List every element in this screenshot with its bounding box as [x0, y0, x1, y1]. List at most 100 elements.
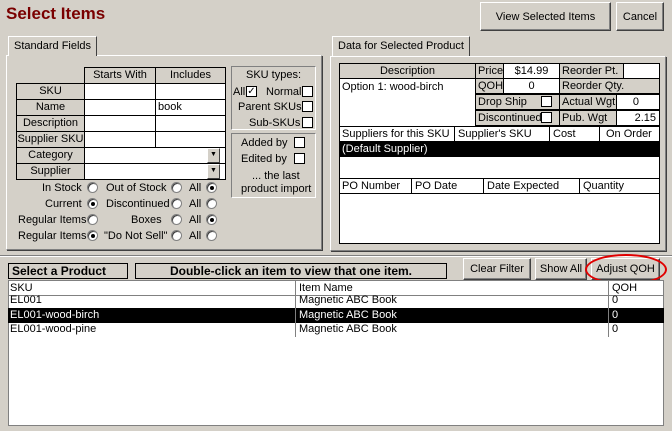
reorder-pt-label: Reorder Pt. [559, 63, 624, 79]
actual-wgt-field[interactable]: 0 [616, 94, 660, 110]
starts-with-header: Starts With [84, 67, 156, 84]
row-qoh: 0 [612, 309, 619, 321]
category-label: Category [16, 147, 85, 164]
po-divider-2 [483, 178, 484, 194]
all-type-label: All [189, 214, 202, 226]
out-of-stock-label: Out of Stock [106, 182, 167, 194]
discontinued-label: Discontinued [106, 198, 170, 210]
default-supplier-cell[interactable]: (Default Supplier) [342, 142, 428, 156]
discontinued-radio[interactable] [171, 198, 182, 209]
pub-wgt-label: Pub. Wgt [559, 110, 617, 126]
po-header-line [339, 193, 660, 194]
qoh-label: QOH [475, 78, 504, 94]
in-stock-radio[interactable] [87, 182, 98, 193]
separator-light [0, 256, 672, 257]
po-col-2: PO Date [415, 180, 458, 192]
view-selected-items-button[interactable]: View Selected Items [480, 2, 611, 31]
sku-types-title: SKU types: [246, 69, 302, 81]
pub-wgt-field[interactable]: 2.15 [616, 110, 660, 126]
edited-by-checkbox[interactable] [294, 153, 305, 164]
row-sku: EL001 [8, 293, 296, 308]
po-col-3: Date Expected [487, 180, 560, 192]
drop-ship-checkbox[interactable] [541, 96, 552, 107]
row-name: Magnetic ABC Book [297, 308, 609, 323]
sku-parent-checkbox[interactable] [302, 101, 313, 112]
suppliers-col-2: Supplier's SKU [458, 128, 532, 140]
row-sku: EL001-wood-birch [8, 308, 296, 323]
show-all-label: Show All [539, 263, 583, 275]
show-all-button[interactable]: Show All [535, 258, 587, 280]
all-stock-label: All [189, 182, 202, 194]
tab-product-data[interactable]: Data for Selected Product [332, 36, 470, 56]
current-radio[interactable] [87, 198, 98, 209]
po-divider-1 [411, 178, 412, 194]
all-status-label: All [189, 198, 202, 210]
description-value: Option 1: wood-birch [342, 81, 444, 93]
supplier-sku-includes-field[interactable] [155, 131, 226, 148]
all-type-radio[interactable] [206, 214, 217, 225]
name-label: Name [16, 99, 85, 116]
category-dropdown[interactable] [84, 147, 226, 164]
qoh-field[interactable]: 0 [503, 78, 560, 94]
sku-normal-checkbox[interactable] [302, 86, 313, 97]
actual-wgt-label: Actual Wgt [559, 94, 617, 110]
sku-parent-label: Parent SKUs [238, 101, 302, 113]
tab-standard-fields[interactable]: Standard Fields [8, 36, 98, 56]
boxes-radio[interactable] [171, 214, 182, 225]
sku-all-checkbox[interactable]: ✓ [246, 86, 257, 97]
boxes-label: Boxes [131, 214, 162, 226]
added-by-checkbox[interactable] [294, 137, 305, 148]
view-selected-items-label: View Selected Items [495, 10, 596, 23]
sku-includes-field[interactable] [155, 83, 226, 100]
row-qoh: 0 [612, 294, 619, 306]
suppliers-col-3: Cost [553, 128, 576, 140]
suppliers-col-1: Suppliers for this SKU [342, 128, 450, 140]
description-starts-field[interactable] [84, 115, 156, 132]
supplier-label: Supplier [16, 163, 85, 180]
do-not-sell-radio[interactable] [171, 230, 182, 241]
all-status-radio[interactable] [206, 198, 217, 209]
discontinued-product-checkbox[interactable] [541, 112, 552, 123]
window-title: Select Items [6, 4, 106, 23]
added-by-label: Added by [241, 137, 288, 149]
all-sell-label: All [189, 230, 202, 242]
regular-items-radio[interactable] [87, 214, 98, 225]
regular-items-sell-label: Regular Items [18, 230, 87, 242]
sku-starts-field[interactable] [84, 83, 156, 100]
supplier-chevron-down-icon[interactable]: ▼ [207, 164, 220, 179]
po-col-1: PO Number [342, 180, 401, 192]
current-label: Current [45, 198, 82, 210]
all-sell-radio[interactable] [206, 230, 217, 241]
description-includes-field[interactable] [155, 115, 226, 132]
row-sku: EL001-wood-pine [8, 322, 296, 337]
category-chevron-down-icon[interactable]: ▼ [207, 148, 220, 163]
reorder-qty-label: Reorder Qty. [559, 78, 660, 94]
price-label: Price [475, 63, 504, 79]
sku-sub-checkbox[interactable] [302, 117, 313, 128]
last-import-label-2: product import [241, 183, 312, 195]
supplier-sku-starts-field[interactable] [84, 131, 156, 148]
all-stock-radio[interactable] [206, 182, 217, 193]
out-of-stock-radio[interactable] [171, 182, 182, 193]
table-row[interactable]: EL001 Magnetic ABC Book 0 [8, 293, 664, 308]
supplier-dropdown[interactable] [84, 163, 226, 180]
table-row[interactable]: EL001-wood-pine Magnetic ABC Book 0 [8, 322, 664, 337]
double-click-hint: Double-click an item to view that one it… [135, 263, 447, 279]
regular-items-sell-radio[interactable] [87, 230, 98, 241]
cancel-button[interactable]: Cancel [616, 2, 664, 31]
reorder-pt-field[interactable] [623, 63, 660, 79]
description-header: Description [339, 63, 476, 79]
row-name: Magnetic ABC Book [297, 293, 609, 308]
last-import-label-1: ... the last [252, 170, 300, 182]
price-field[interactable]: $14.99 [503, 63, 560, 79]
po-col-4: Quantity [583, 180, 624, 192]
row-qoh: 0 [612, 323, 619, 335]
table-row-selected[interactable]: EL001-wood-birch Magnetic ABC Book 0 [8, 308, 664, 323]
edited-by-label: Edited by [241, 153, 287, 165]
name-includes-field[interactable]: book [155, 99, 226, 116]
sku-label: SKU [16, 83, 85, 100]
name-starts-field[interactable] [84, 99, 156, 116]
select-a-product-label: Select a Product [8, 263, 128, 279]
clear-filter-button[interactable]: Clear Filter [463, 258, 531, 280]
supplier-sku-label: Supplier SKU [16, 131, 85, 148]
